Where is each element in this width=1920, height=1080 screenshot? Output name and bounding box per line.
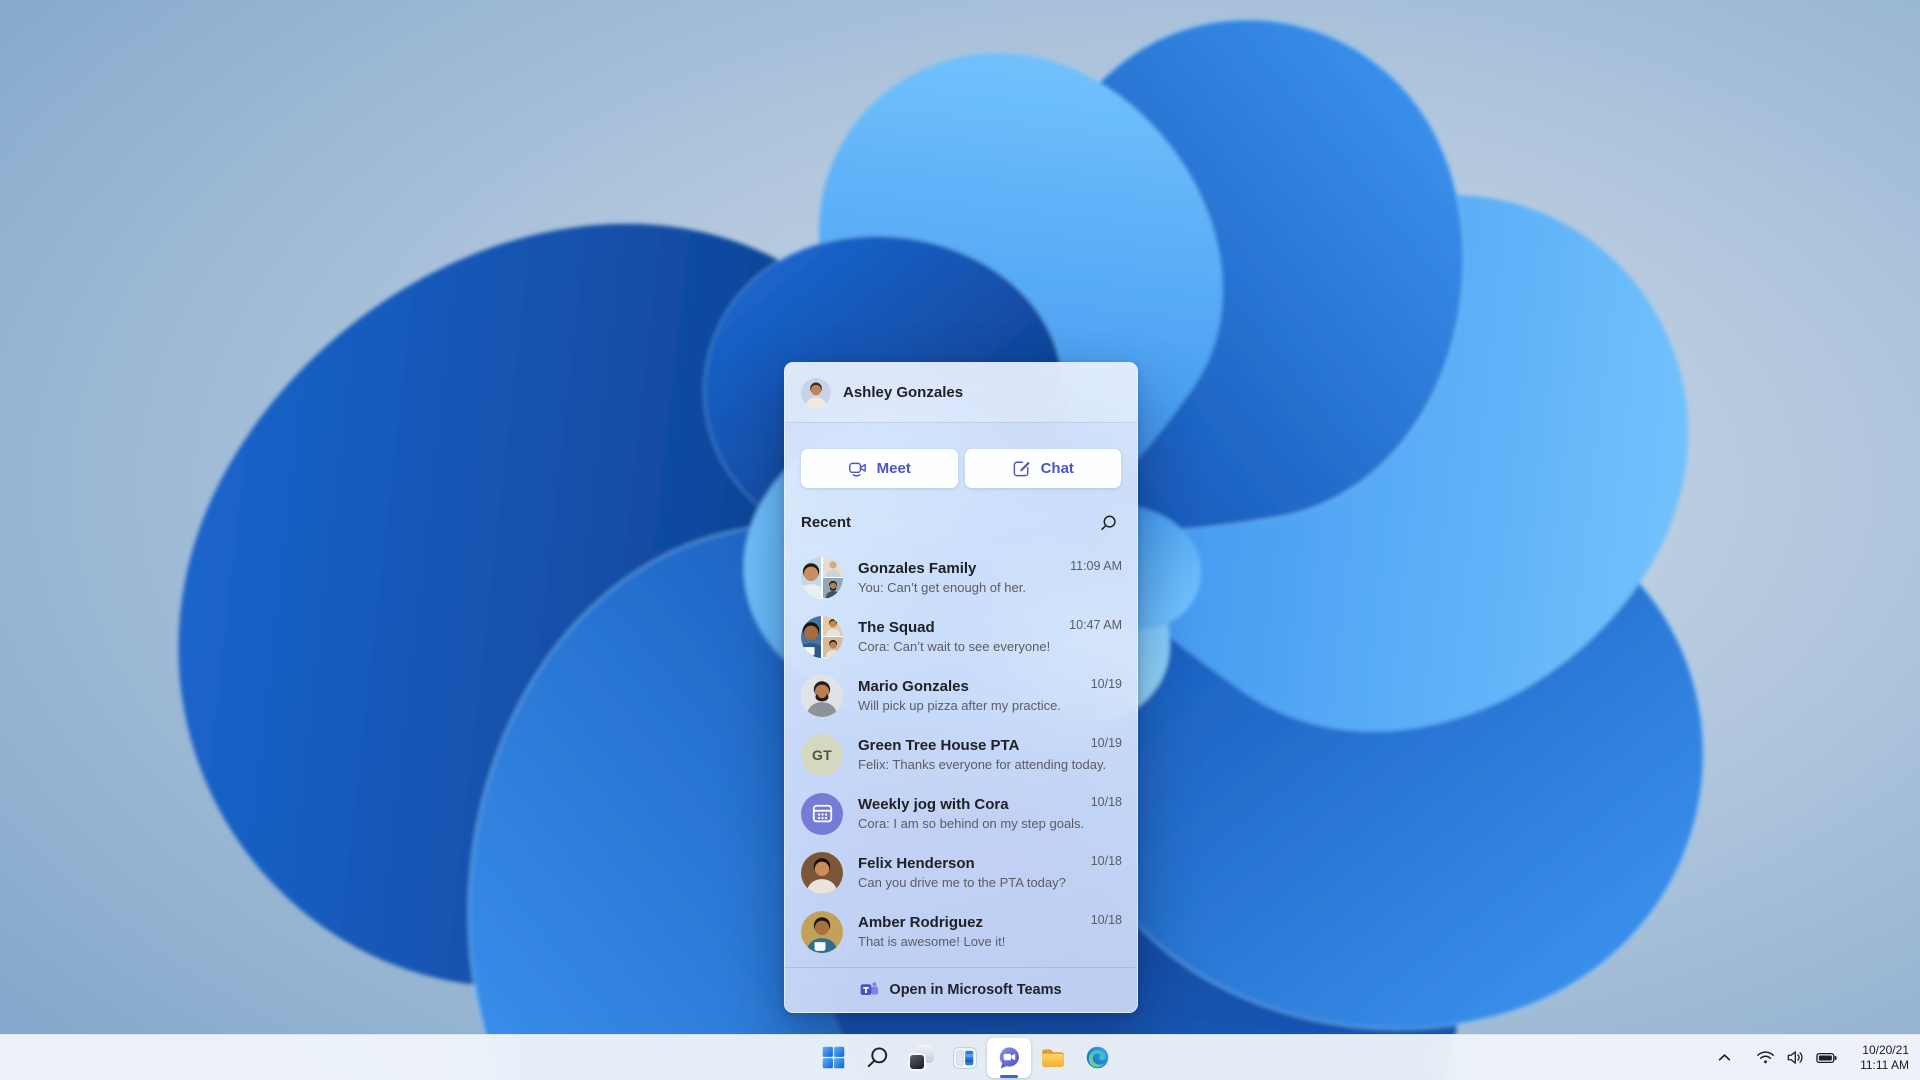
active-app-indicator: [1000, 1074, 1018, 1078]
teams-chat-flyout: Ashley Gonzales Meet Chat Recent Gonzale…: [784, 362, 1138, 1013]
widgets-button[interactable]: [943, 1038, 987, 1078]
chat-time: 10/18: [1090, 795, 1122, 809]
chat-preview: Can you drive me to the PTA today?: [858, 875, 1066, 890]
chat-preview: That is awesome! Love it!: [858, 934, 1006, 949]
chat-title: Amber Rodriguez: [858, 914, 984, 931]
flyout-header: Ashley Gonzales: [785, 363, 1137, 423]
wifi-icon: [1756, 1050, 1775, 1065]
user-avatar[interactable]: [801, 377, 831, 408]
edge-icon: [1085, 1045, 1110, 1070]
tray-date: 10/20/21: [1862, 1042, 1909, 1057]
search-button[interactable]: [1097, 512, 1119, 534]
avatar: [801, 615, 843, 658]
user-name: Ashley Gonzales: [843, 384, 964, 401]
avatar: [801, 851, 843, 894]
system-tray: 10/20/21 11:11 AM: [1718, 1035, 1920, 1080]
chat-title: Green Tree House PTA: [858, 737, 1020, 754]
list-item[interactable]: The Squad Cora: Can’t wait to see everyo…: [785, 607, 1137, 666]
folder-icon: [1040, 1045, 1066, 1071]
chat-time: 10/18: [1090, 854, 1122, 868]
taskbar: 10/20/21 11:11 AM: [0, 1034, 1920, 1080]
list-item[interactable]: GT Green Tree House PTA Felix: Thanks ev…: [785, 725, 1137, 784]
video-camera-icon: [848, 459, 867, 478]
avatar: [801, 674, 843, 717]
recent-heading: Recent: [801, 514, 852, 531]
open-in-teams-label: Open in Microsoft Teams: [889, 982, 1062, 998]
avatar: [801, 377, 831, 408]
avatar: [801, 792, 843, 835]
widgets-icon: [952, 1045, 978, 1071]
chat-time: 10/18: [1090, 913, 1122, 927]
hidden-icons-button[interactable]: [1718, 1053, 1731, 1062]
recent-chat-list: Gonzales Family You: Can’t get enough of…: [785, 548, 1137, 961]
chevron-up-icon: [1718, 1053, 1731, 1062]
compose-icon: [1012, 459, 1031, 478]
chat-button[interactable]: Chat: [964, 449, 1121, 488]
volume-icon: [1786, 1050, 1805, 1065]
list-item[interactable]: Gonzales Family You: Can’t get enough of…: [785, 548, 1137, 607]
tray-status-icons[interactable]: [1756, 1050, 1837, 1065]
avatar: [801, 910, 843, 953]
search-icon: [1099, 514, 1117, 532]
task-view-button[interactable]: [899, 1038, 943, 1078]
chat-preview: You: Can’t get enough of her.: [858, 580, 1026, 595]
chat-preview: Will pick up pizza after my practice.: [858, 698, 1062, 713]
chat-title: Weekly jog with Cora: [858, 796, 1009, 813]
list-item[interactable]: Amber Rodriguez That is awesome! Love it…: [785, 902, 1137, 961]
list-item[interactable]: Felix Henderson Can you drive me to the …: [785, 843, 1137, 902]
avatar: [801, 556, 843, 599]
chat-time: 10/19: [1090, 677, 1122, 691]
chat-time: 10:47 AM: [1069, 618, 1122, 632]
meet-button[interactable]: Meet: [801, 449, 958, 488]
action-row: Meet Chat: [785, 423, 1137, 488]
chat-preview: Cora: Can’t wait to see everyone!: [858, 639, 1051, 654]
avatar: GT: [801, 733, 843, 776]
chat-button-label: Chat: [1040, 460, 1074, 477]
teams-chat-taskbar-button[interactable]: [987, 1037, 1031, 1078]
taskbar-center-icons: [811, 1035, 1119, 1080]
chat-preview: Cora: I am so behind on my step goals.: [858, 816, 1085, 831]
tray-time: 11:11 AM: [1860, 1057, 1909, 1072]
start-button[interactable]: [811, 1038, 855, 1078]
chat-time: 11:09 AM: [1070, 559, 1122, 573]
open-in-teams-button[interactable]: Open in Microsoft Teams: [785, 967, 1137, 1012]
meet-button-label: Meet: [876, 460, 911, 477]
taskbar-search-button[interactable]: [855, 1038, 899, 1078]
chat-preview: Felix: Thanks everyone for attending tod…: [858, 757, 1107, 772]
clock[interactable]: 10/20/21 11:11 AM: [1860, 1043, 1909, 1073]
windows-logo-icon: [821, 1045, 846, 1070]
teams-chat-icon: [996, 1045, 1022, 1071]
teams-logo-icon: [860, 981, 879, 999]
task-view-icon: [908, 1044, 934, 1071]
battery-icon: [1816, 1052, 1837, 1064]
chat-title: The Squad: [858, 619, 935, 636]
list-item[interactable]: Weekly jog with Cora Cora: I am so behin…: [785, 784, 1137, 843]
chat-title: Mario Gonzales: [858, 678, 969, 695]
chat-title: Felix Henderson: [858, 855, 975, 872]
search-icon: [865, 1045, 890, 1070]
file-explorer-button[interactable]: [1031, 1038, 1075, 1078]
list-item[interactable]: Mario Gonzales Will pick up pizza after …: [785, 666, 1137, 725]
edge-button[interactable]: [1075, 1038, 1119, 1078]
chat-time: 10/19: [1090, 736, 1122, 750]
chat-title: Gonzales Family: [858, 560, 977, 577]
